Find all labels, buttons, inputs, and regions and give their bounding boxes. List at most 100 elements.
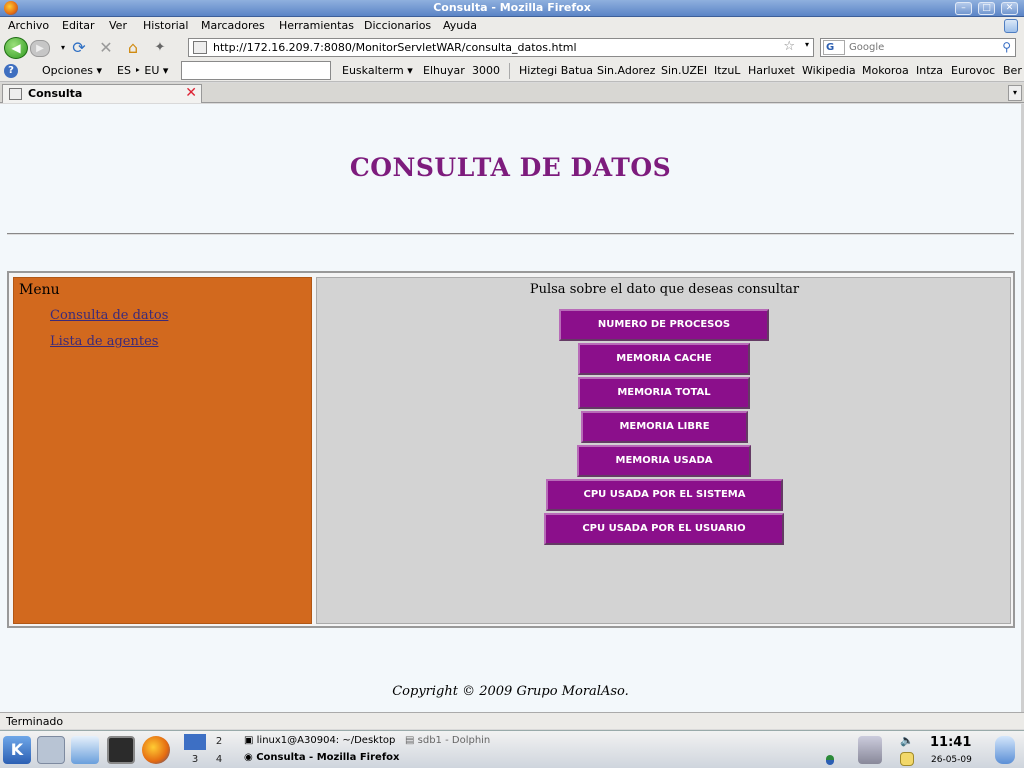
bookmark-item[interactable]: Sin.UZEI xyxy=(661,64,707,77)
menu-herramientas[interactable]: Herramientas xyxy=(279,19,354,32)
url-text[interactable]: http://172.16.209.7:8080/MonitorServletW… xyxy=(213,41,577,54)
search-bar[interactable]: G ⚲ xyxy=(820,38,1016,57)
kde-menu-icon[interactable]: K xyxy=(3,736,31,764)
task-dolphin[interactable]: ▤ sdb1 - Dolphin xyxy=(405,735,490,746)
bookmark-item[interactable]: 3000 xyxy=(472,64,500,77)
desktop-2[interactable]: 2 xyxy=(208,734,230,750)
bookmark-item[interactable]: Eurovoc xyxy=(951,64,995,77)
stop-icon[interactable]: ✕ xyxy=(95,38,117,58)
query-area: Pulsa sobre el dato que deseas consultar… xyxy=(316,277,1011,624)
bookmark-item[interactable]: Ber xyxy=(1003,64,1022,77)
menu-editar[interactable]: Editar xyxy=(62,19,95,32)
navigation-toolbar: ◀ ▶ ▾ ⟳ ✕ ⌂ ✦ http://172.16.209.7:8080/M… xyxy=(0,36,1024,60)
menu-archivo[interactable]: Archivo xyxy=(8,19,49,32)
page-favicon-icon xyxy=(193,41,207,54)
task-firefox-label: Consulta - Mozilla Firefox xyxy=(256,752,400,763)
menu-bar: Archivo Editar Ver Historial Marcadores … xyxy=(0,17,1024,36)
system-settings-icon[interactable] xyxy=(37,736,65,764)
link-lista-de-agentes[interactable]: Lista de agentes xyxy=(50,334,158,349)
page-title: CONSULTA DE DATOS xyxy=(349,153,672,182)
cpu-usada-por-el-usuario-button[interactable]: CPU USADA POR EL USUARIO xyxy=(544,513,784,545)
task-terminal[interactable]: ▣ linux1@A30904: ~/Desktop xyxy=(244,735,395,746)
address-bar[interactable]: http://172.16.209.7:8080/MonitorServletW… xyxy=(188,38,814,57)
memoria-libre-button[interactable]: MEMORIA LIBRE xyxy=(581,411,748,443)
opciones-menu[interactable]: Opciones ▾ xyxy=(42,64,102,77)
bookmark-item[interactable]: Euskalterm ▾ xyxy=(342,64,413,77)
bookmark-star-icon[interactable]: ☆ xyxy=(783,39,795,54)
tab-label: Consulta xyxy=(28,87,83,100)
desktop-4[interactable]: 4 xyxy=(208,752,230,768)
trash-icon[interactable] xyxy=(995,736,1015,764)
throbber-icon xyxy=(1004,19,1018,33)
home-folder-icon[interactable] xyxy=(71,736,99,764)
memoria-total-button[interactable]: MEMORIA TOTAL xyxy=(578,377,750,409)
back-button[interactable]: ◀ xyxy=(4,37,28,59)
memoria-cache-button[interactable]: MEMORIA CACHE xyxy=(578,343,750,375)
menu-heading: Menu xyxy=(19,282,60,298)
desktop-3[interactable]: 3 xyxy=(184,752,206,768)
numero-de-procesos-button[interactable]: NUMERO DE PROCESOS xyxy=(559,309,769,341)
bookmark-item[interactable]: Mokoroa xyxy=(862,64,909,77)
reload-icon[interactable]: ⟳ xyxy=(68,38,90,58)
device-notifier-icon[interactable] xyxy=(858,736,882,764)
clock-time[interactable]: 11:41 xyxy=(930,735,971,750)
tab-list-dropdown-icon[interactable]: ▾ xyxy=(1008,85,1022,101)
cpu-usada-por-el-sistema-button[interactable]: CPU USADA POR EL SISTEMA xyxy=(546,479,783,511)
volume-icon[interactable]: 🔈 xyxy=(900,734,916,750)
language-selector[interactable]: ES ‣ EU ▾ xyxy=(117,64,168,77)
search-engine-icon[interactable]: G xyxy=(823,40,845,55)
bookmark-item[interactable]: ItzuL xyxy=(714,64,740,77)
klipper-icon[interactable] xyxy=(900,752,914,766)
query-prompt: Pulsa sobre el dato que deseas consultar xyxy=(529,282,800,297)
close-tab-icon[interactable]: ✕ xyxy=(185,85,197,101)
dictionary-search-input[interactable] xyxy=(181,61,331,80)
menu-ver[interactable]: Ver xyxy=(109,19,127,32)
content-panel: Menu Consulta de datos Lista de agentes … xyxy=(7,271,1015,628)
tab-consulta[interactable]: Consulta ✕ xyxy=(2,84,202,103)
menu-ayuda[interactable]: Ayuda xyxy=(443,19,477,32)
menu-diccionarios[interactable]: Diccionarios xyxy=(364,19,431,32)
task-terminal-label: linux1@A30904: ~/Desktop xyxy=(256,735,396,746)
network-activity-icon xyxy=(826,755,834,765)
tab-strip: Consulta ✕ ▾ xyxy=(0,83,1024,103)
desktop-pager: 2 3 4 xyxy=(184,734,232,768)
menu-marcadores[interactable]: Marcadores xyxy=(201,19,265,32)
clock-date: 26-05-09 xyxy=(931,755,972,765)
task-firefox[interactable]: ◉ Consulta - Mozilla Firefox xyxy=(244,752,400,763)
maximize-button[interactable]: □ xyxy=(978,2,995,15)
search-input[interactable] xyxy=(849,40,993,55)
copyright-text: Copyright © 2009 Grupo MoralAso. xyxy=(392,684,629,699)
bookmark-item[interactable]: Hiztegi Batua xyxy=(519,64,593,77)
minimize-button[interactable]: – xyxy=(955,2,972,15)
status-text: Terminado xyxy=(6,715,64,728)
help-icon[interactable]: ? xyxy=(4,64,18,78)
firefox-launcher-icon[interactable] xyxy=(142,736,170,764)
toolbar-separator xyxy=(509,63,510,79)
search-icon[interactable]: ⚲ xyxy=(1002,40,1011,54)
taskbar: K 2 3 4 ▣ linux1@A30904: ~/Desktop ▤ sdb… xyxy=(0,730,1024,768)
window-title: Consulta - Mozilla Firefox xyxy=(433,1,591,14)
menu-historial[interactable]: Historial xyxy=(143,19,188,32)
bookmark-item[interactable]: Intza xyxy=(916,64,943,77)
memoria-usada-button[interactable]: MEMORIA USADA xyxy=(577,445,751,477)
task-dolphin-label: sdb1 - Dolphin xyxy=(417,735,491,746)
forward-button[interactable]: ▶ xyxy=(30,40,50,57)
page-content: CONSULTA DE DATOS Menu Consulta de datos… xyxy=(0,104,1021,712)
sidebar-menu: Menu Consulta de datos Lista de agentes xyxy=(13,277,312,624)
bookmark-item[interactable]: Sin.Adorez xyxy=(597,64,655,77)
window-titlebar[interactable]: Consulta - Mozilla Firefox – □ ✕ xyxy=(0,0,1024,17)
bookmarks-toolbar: ? Opciones ▾ ES ‣ EU ▾ Euskalterm ▾ Elhu… xyxy=(0,60,1024,82)
bookmark-item[interactable]: Wikipedia xyxy=(802,64,856,77)
horizontal-rule xyxy=(7,233,1014,235)
status-bar: Terminado xyxy=(0,712,1024,729)
close-window-button[interactable]: ✕ xyxy=(1001,2,1018,15)
link-consulta-de-datos[interactable]: Consulta de datos xyxy=(50,308,168,323)
tab-favicon-icon xyxy=(9,88,22,100)
bookmark-item[interactable]: Harluxet xyxy=(748,64,795,77)
url-dropdown-icon[interactable]: ▾ xyxy=(805,40,809,49)
bookmark-item[interactable]: Elhuyar xyxy=(423,64,465,77)
home-icon[interactable]: ⌂ xyxy=(122,38,144,58)
terminal-icon[interactable] xyxy=(107,736,135,764)
extension-icon[interactable]: ✦ xyxy=(149,38,171,58)
desktop-1-icon[interactable] xyxy=(184,734,206,750)
